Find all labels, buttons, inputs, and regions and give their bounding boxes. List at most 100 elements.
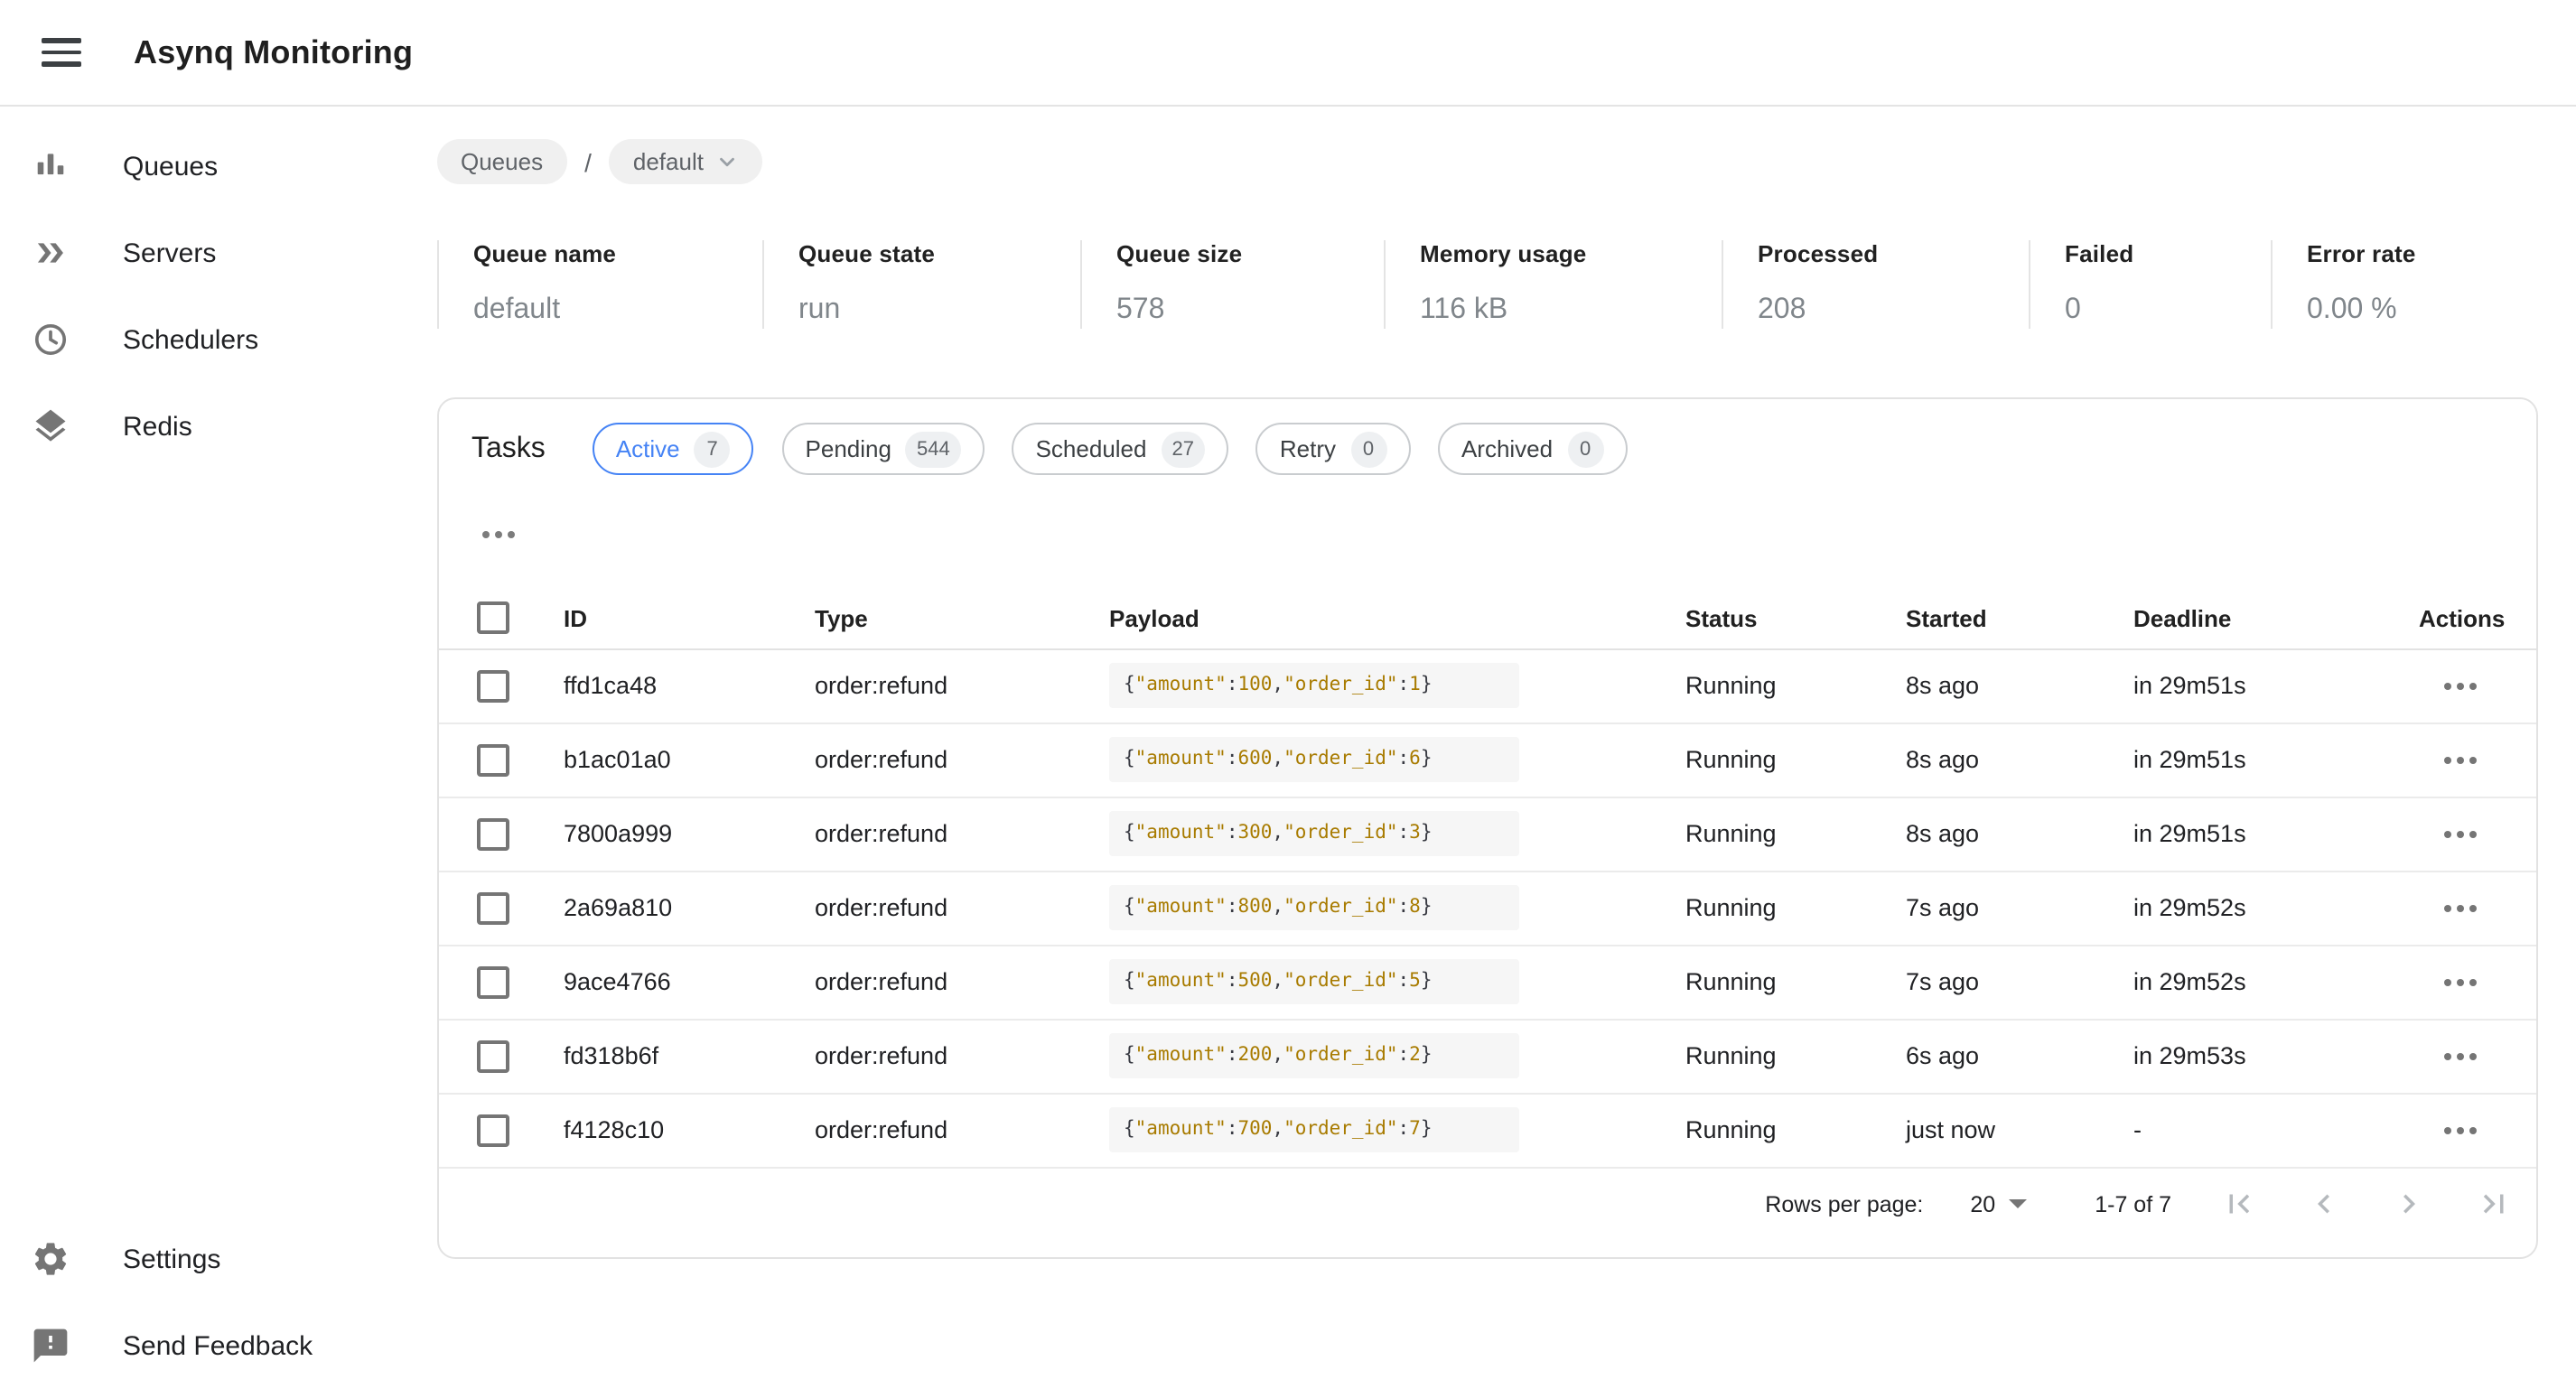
row-checkbox[interactable] xyxy=(477,891,509,924)
select-all-checkbox[interactable] xyxy=(477,602,509,635)
tab-count-badge: 0 xyxy=(1350,431,1386,467)
column-header-status: Status xyxy=(1685,589,1906,648)
stat-cell: Processed 208 xyxy=(1722,240,2029,329)
more-horiz-icon xyxy=(482,531,490,538)
tasks-card: Tasks Active 7 Pending 544 Scheduled 27 … xyxy=(437,397,2538,1259)
tasks-card-header: Tasks Active 7 Pending 544 Scheduled 27 … xyxy=(439,399,2536,475)
pagination-nav xyxy=(2197,1161,2536,1246)
pagination-range: 1-7 of 7 xyxy=(2095,1191,2171,1217)
bar-chart-icon xyxy=(27,144,74,188)
tab-count-badge: 0 xyxy=(1567,431,1603,467)
task-deadline: in 29m53s xyxy=(2133,1019,2419,1093)
more-horiz-icon xyxy=(2444,756,2451,763)
bulk-actions-menu-button[interactable] xyxy=(475,524,522,545)
task-payload: {"amount":200,"order_id":2} xyxy=(1109,1032,1519,1079)
table-row: b1ac01a0 order:refund {"amount":600,"ord… xyxy=(439,722,2536,797)
last-page-button[interactable] xyxy=(2451,1161,2536,1246)
tab-count-badge: 7 xyxy=(695,431,731,467)
more-horiz-icon xyxy=(2444,1126,2451,1133)
sidebar-item-redis[interactable]: Redis xyxy=(0,383,437,470)
column-header-deadline: Deadline xyxy=(2133,589,2419,648)
sidebar-footer-nav: Settings Send Feedback xyxy=(0,1216,437,1389)
tab-scheduled[interactable]: Scheduled 27 xyxy=(1013,423,1228,475)
chevron-left-icon xyxy=(2305,1185,2343,1223)
task-started: 8s ago xyxy=(1906,722,2133,797)
sidebar: Queues Servers Schedulers Redis Settings… xyxy=(0,107,437,1389)
feedback-icon xyxy=(27,1324,74,1367)
next-page-button[interactable] xyxy=(2366,1161,2451,1246)
tab-label: Retry xyxy=(1280,435,1336,462)
stat-value: run xyxy=(798,294,1080,329)
sidebar-item-send-feedback[interactable]: Send Feedback xyxy=(0,1302,437,1389)
sidebar-item-servers[interactable]: Servers xyxy=(0,210,437,296)
task-type: order:refund xyxy=(815,1019,1109,1093)
task-type: order:refund xyxy=(815,648,1109,722)
sidebar-item-queues[interactable]: Queues xyxy=(0,123,437,210)
stat-cell: Queue state run xyxy=(762,240,1080,329)
sidebar-item-settings[interactable]: Settings xyxy=(0,1216,437,1302)
task-deadline: in 29m52s xyxy=(2133,871,2419,945)
tab-active[interactable]: Active 7 xyxy=(593,423,754,475)
sidebar-nav: Queues Servers Schedulers Redis xyxy=(0,107,437,470)
task-status: Running xyxy=(1685,797,1906,871)
row-actions-button[interactable] xyxy=(2433,745,2487,774)
rows-per-page-value: 20 xyxy=(1970,1191,1995,1217)
first-page-button[interactable] xyxy=(2197,1161,2282,1246)
task-payload: {"amount":800,"order_id":8} xyxy=(1109,884,1519,931)
table-pagination: Rows per page: 20 1-7 of 7 xyxy=(439,1151,2536,1257)
tab-archived[interactable]: Archived 0 xyxy=(1438,423,1627,475)
row-actions-button[interactable] xyxy=(2433,671,2487,700)
tab-count-badge: 27 xyxy=(1162,431,1206,467)
breadcrumb-queue-select[interactable]: default xyxy=(610,139,763,184)
menu-icon xyxy=(42,38,81,42)
row-checkbox[interactable] xyxy=(477,1039,509,1072)
breadcrumb-separator: / xyxy=(584,147,592,176)
task-started: 8s ago xyxy=(1906,648,2133,722)
task-id: ffd1ca48 xyxy=(564,648,815,722)
row-checkbox[interactable] xyxy=(477,669,509,702)
tab-label: Scheduled xyxy=(1036,435,1147,462)
tab-pending[interactable]: Pending 544 xyxy=(782,423,985,475)
dropdown-arrow-icon xyxy=(2008,1199,2026,1208)
double-chevron-right-icon xyxy=(27,231,74,275)
stat-value: default xyxy=(473,294,762,329)
main-content: Queues / default Queue name default Queu… xyxy=(437,107,2538,1389)
table-row: 9ace4766 order:refund {"amount":500,"ord… xyxy=(439,945,2536,1019)
tasks-table: ID Type Payload Status Started Deadline … xyxy=(439,589,2536,1168)
more-horiz-icon xyxy=(2444,1052,2451,1059)
row-actions-button[interactable] xyxy=(2433,1041,2487,1070)
row-actions-button[interactable] xyxy=(2433,1115,2487,1144)
sidebar-item-schedulers[interactable]: Schedulers xyxy=(0,296,437,383)
task-status: Running xyxy=(1685,945,1906,1019)
stat-value: 208 xyxy=(1758,294,2029,329)
rows-per-page-select[interactable]: 20 xyxy=(1970,1191,2026,1217)
task-deadline: in 29m51s xyxy=(2133,648,2419,722)
tab-label: Pending xyxy=(806,435,891,462)
row-actions-button[interactable] xyxy=(2433,967,2487,996)
menu-button[interactable] xyxy=(42,38,81,67)
last-page-icon xyxy=(2475,1185,2513,1223)
row-checkbox[interactable] xyxy=(477,1114,509,1146)
stat-label: Processed xyxy=(1758,240,2029,267)
row-checkbox[interactable] xyxy=(477,965,509,998)
tab-retry[interactable]: Retry 0 xyxy=(1256,423,1410,475)
row-actions-button[interactable] xyxy=(2433,819,2487,848)
stat-label: Error rate xyxy=(2307,240,2538,267)
task-id: 7800a999 xyxy=(564,797,815,871)
task-type: order:refund xyxy=(815,797,1109,871)
row-checkbox[interactable] xyxy=(477,817,509,850)
previous-page-button[interactable] xyxy=(2282,1161,2366,1246)
queue-stats: Queue name default Queue state run Queue… xyxy=(437,240,2538,329)
row-actions-button[interactable] xyxy=(2433,893,2487,922)
row-checkbox[interactable] xyxy=(477,743,509,776)
breadcrumb-queues[interactable]: Queues xyxy=(437,139,566,184)
task-payload: {"amount":300,"order_id":3} xyxy=(1109,810,1519,857)
table-header-row: ID Type Payload Status Started Deadline … xyxy=(439,589,2536,648)
task-deadline: in 29m51s xyxy=(2133,797,2419,871)
task-state-tabs: Active 7 Pending 544 Scheduled 27 Retry … xyxy=(593,423,1647,475)
stat-cell: Error rate 0.00 % xyxy=(2271,240,2538,329)
task-payload: {"amount":500,"order_id":5} xyxy=(1109,958,1519,1005)
breadcrumb-current-label: default xyxy=(633,148,704,175)
task-type: order:refund xyxy=(815,871,1109,945)
more-horiz-icon xyxy=(2444,904,2451,911)
